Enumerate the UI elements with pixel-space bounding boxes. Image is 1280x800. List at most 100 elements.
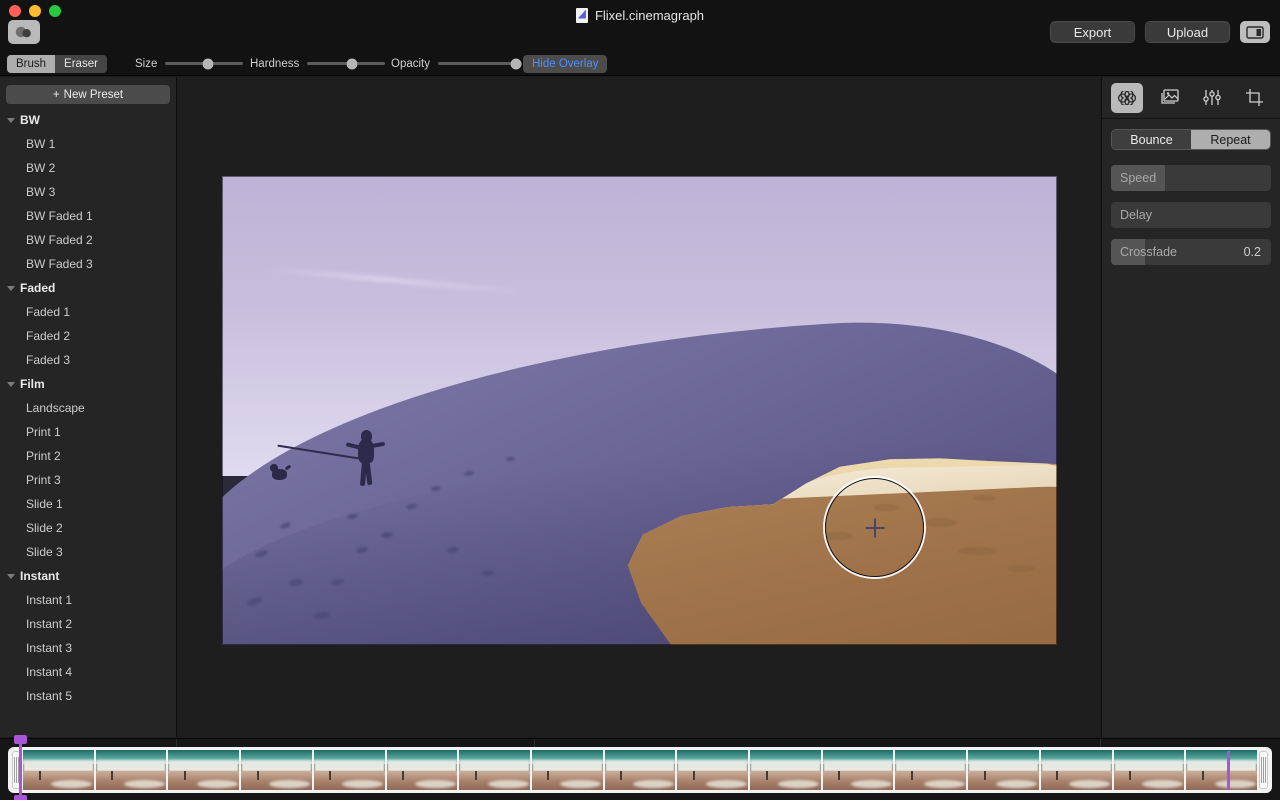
export-button[interactable]: Export xyxy=(1050,21,1135,43)
tab-adjustments[interactable] xyxy=(1196,83,1228,113)
new-preset-label: New Preset xyxy=(64,89,123,101)
panel-toggle-button[interactable] xyxy=(1240,21,1270,43)
delay-label: Delay xyxy=(1111,208,1152,222)
timeline-frame[interactable] xyxy=(387,750,458,790)
timeline-frame[interactable] xyxy=(96,750,167,790)
timeline-frame[interactable] xyxy=(532,750,603,790)
timeline-frame[interactable] xyxy=(241,750,312,790)
timeline-filmstrip[interactable] xyxy=(8,747,1272,793)
tab-images[interactable] xyxy=(1154,83,1186,113)
bounce-button[interactable]: Bounce xyxy=(1112,130,1191,149)
opacity-slider-thumb[interactable] xyxy=(511,58,522,69)
timeline-frame[interactable] xyxy=(750,750,821,790)
size-slider-track[interactable] xyxy=(165,62,243,65)
timeline-frame[interactable] xyxy=(677,750,748,790)
plus-icon: + xyxy=(53,89,60,101)
chevron-down-icon[interactable] xyxy=(7,382,15,387)
preset-group-faded: Faded Faded 1 Faded 2 Faded 3 xyxy=(0,276,176,372)
new-preset-button[interactable]: + New Preset xyxy=(6,85,170,104)
preset-item[interactable]: BW Faded 2 xyxy=(0,228,176,252)
tab-crop[interactable] xyxy=(1239,83,1271,113)
preset-group-header-film[interactable]: Film xyxy=(0,372,176,396)
timeline-frame[interactable] xyxy=(168,750,239,790)
chevron-down-icon[interactable] xyxy=(7,118,15,123)
preset-item[interactable]: Instant 3 xyxy=(0,636,176,660)
start-playhead[interactable] xyxy=(19,739,22,800)
brush-toolbar: Brush Eraser Size Hardness Opacity Hide … xyxy=(0,52,1280,76)
preset-item[interactable]: Instant 4 xyxy=(0,660,176,684)
current-playhead[interactable] xyxy=(1227,751,1230,790)
chevron-down-icon[interactable] xyxy=(7,574,15,579)
preset-item[interactable]: Slide 3 xyxy=(0,540,176,564)
mask-tool-button[interactable] xyxy=(8,20,40,44)
preset-item[interactable]: BW 2 xyxy=(0,156,176,180)
loop-mode-segmented-control[interactable]: Bounce Repeat xyxy=(1111,129,1271,150)
preset-item[interactable]: Landscape xyxy=(0,396,176,420)
cinemagraph-canvas[interactable] xyxy=(222,176,1057,645)
preset-item[interactable]: Slide 2 xyxy=(0,516,176,540)
preset-item[interactable]: Instant 2 xyxy=(0,612,176,636)
speed-label: Speed xyxy=(1111,171,1156,185)
timeline-frame[interactable] xyxy=(314,750,385,790)
opacity-slider-group: Opacity xyxy=(391,52,516,76)
timeline-frame[interactable] xyxy=(1114,750,1185,790)
hide-overlay-button[interactable]: Hide Overlay xyxy=(523,55,607,73)
brush-eraser-segmented-control[interactable]: Brush Eraser xyxy=(7,55,107,73)
timeline-frame[interactable] xyxy=(605,750,676,790)
crossfade-field[interactable]: Crossfade 0.2 xyxy=(1111,239,1271,265)
zoom-window-button[interactable] xyxy=(49,5,61,17)
timeline-frame[interactable] xyxy=(823,750,894,790)
delay-field[interactable]: Delay xyxy=(1111,202,1271,228)
timeline-frame[interactable] xyxy=(459,750,530,790)
preset-group-label: Film xyxy=(20,377,45,391)
brush-mode-button[interactable]: Brush xyxy=(7,55,55,73)
trim-handle-right[interactable] xyxy=(1259,751,1268,789)
preset-item[interactable]: Instant 1 xyxy=(0,588,176,612)
timeline-frame[interactable] xyxy=(1041,750,1112,790)
chevron-down-icon[interactable] xyxy=(7,286,15,291)
preset-item[interactable]: BW 1 xyxy=(0,132,176,156)
preset-item[interactable]: Faded 1 xyxy=(0,300,176,324)
size-slider-group: Size xyxy=(135,52,243,76)
preset-item[interactable]: Faded 2 xyxy=(0,324,176,348)
size-slider-thumb[interactable] xyxy=(203,58,214,69)
timeline-frames[interactable] xyxy=(23,750,1257,790)
app-window: Flixel.cinemagraph Export Upload Brush E… xyxy=(0,0,1280,800)
preset-item[interactable]: BW Faded 3 xyxy=(0,252,176,276)
upload-button[interactable]: Upload xyxy=(1145,21,1230,43)
preset-item[interactable]: BW 3 xyxy=(0,180,176,204)
canvas-area[interactable] xyxy=(178,77,1101,737)
timeline-frame[interactable] xyxy=(968,750,1039,790)
eraser-mode-button[interactable]: Eraser xyxy=(55,55,107,73)
preset-item[interactable]: Print 3 xyxy=(0,468,176,492)
opacity-slider-track[interactable] xyxy=(438,62,516,65)
document-icon xyxy=(576,8,588,23)
adjustments-sliders-icon xyxy=(1201,88,1223,107)
preset-item[interactable]: Print 2 xyxy=(0,444,176,468)
preset-item[interactable]: BW Faded 1 xyxy=(0,204,176,228)
preset-group-header-faded[interactable]: Faded xyxy=(0,276,176,300)
repeat-button[interactable]: Repeat xyxy=(1191,130,1270,149)
tab-loop[interactable] xyxy=(1111,83,1143,113)
sidebar-toggle-icon xyxy=(1246,26,1264,39)
preset-group-header-bw[interactable]: BW xyxy=(0,108,176,132)
minimize-window-button[interactable] xyxy=(29,5,41,17)
preset-item[interactable]: Instant 5 xyxy=(0,684,176,708)
preset-item[interactable]: Slide 1 xyxy=(0,492,176,516)
timeline-frame[interactable] xyxy=(1186,750,1257,790)
opacity-slider-label: Opacity xyxy=(391,58,430,70)
hardness-slider-track[interactable] xyxy=(307,62,385,65)
preset-group-label: BW xyxy=(20,113,40,127)
preset-item[interactable]: Print 1 xyxy=(0,420,176,444)
window-controls[interactable] xyxy=(9,5,61,17)
timeline-frame[interactable] xyxy=(895,750,966,790)
speed-field[interactable]: Speed xyxy=(1111,165,1271,191)
preset-item[interactable]: Faded 3 xyxy=(0,348,176,372)
photos-image-icon xyxy=(1159,88,1181,107)
loop-infinity-icon xyxy=(1116,91,1138,105)
timeline[interactable] xyxy=(0,738,1280,800)
hardness-slider-thumb[interactable] xyxy=(347,58,358,69)
preset-group-header-instant[interactable]: Instant xyxy=(0,564,176,588)
close-window-button[interactable] xyxy=(9,5,21,17)
timeline-frame[interactable] xyxy=(23,750,94,790)
